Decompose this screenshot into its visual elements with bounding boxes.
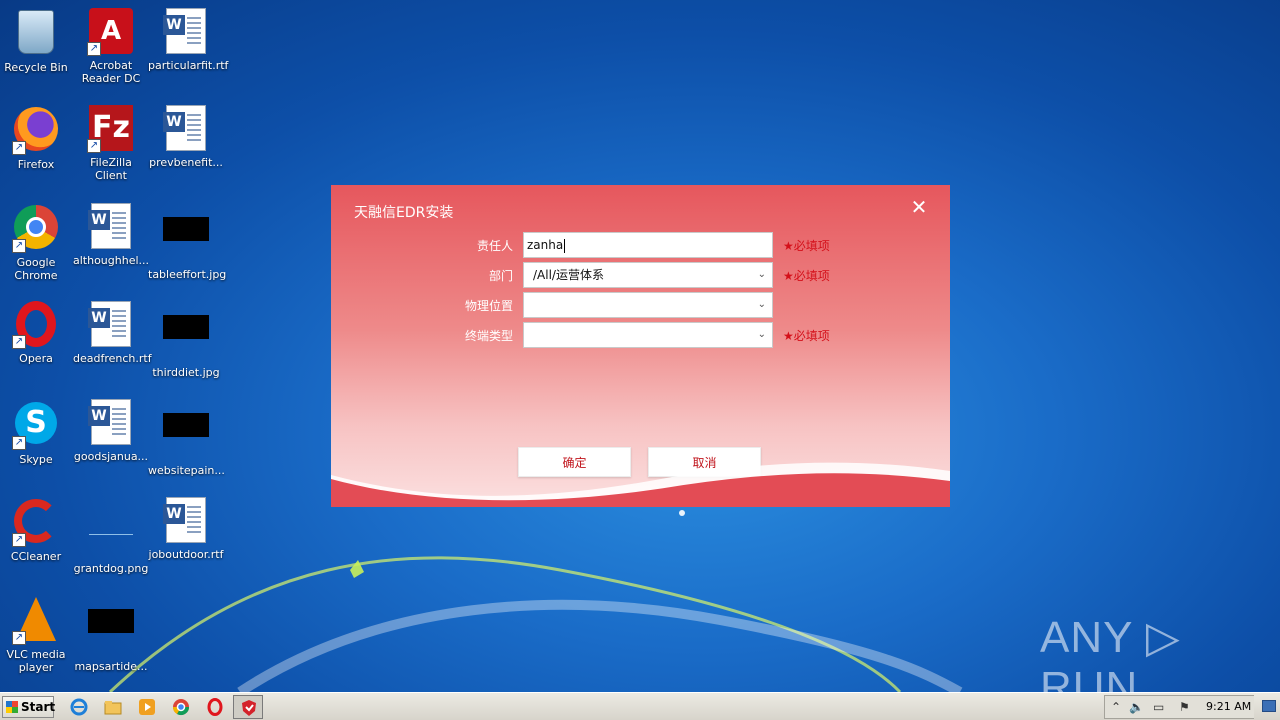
shortcut-arrow-icon: ↗	[12, 533, 26, 547]
action-center-flag-icon[interactable]: ⚑	[1179, 700, 1190, 714]
chevron-down-icon: ⌄	[757, 299, 766, 310]
desktop-icon-deadfrench[interactable]: W deadfrench.rtf	[73, 301, 152, 365]
image-thumbnail-icon	[163, 217, 209, 241]
location-select[interactable]: ⌄	[523, 292, 773, 318]
taskbar: Start ⌃ 🔈 ▭ ⚑	[0, 692, 1280, 720]
start-button[interactable]: Start	[2, 696, 56, 718]
edr-installer-icon	[242, 700, 256, 716]
desktop-icon-filezilla[interactable]: Fz ↗ FileZilla Client	[73, 105, 149, 182]
shortcut-arrow-icon: ↗	[12, 436, 26, 450]
desktop-icon-chrome[interactable]: ↗ Google Chrome	[0, 203, 74, 282]
volume-icon[interactable]: 🔈	[1129, 700, 1144, 714]
explorer-icon[interactable]	[104, 698, 122, 716]
image-thumbnail-icon	[163, 413, 209, 437]
recycle-bin-icon	[18, 10, 54, 54]
shortcut-arrow-icon: ↗	[12, 335, 26, 349]
shortcut-arrow-icon: ↗	[87, 139, 101, 153]
image-thumbnail-icon	[88, 609, 134, 633]
edr-installer-taskbar-button[interactable]	[233, 695, 263, 719]
image-thumbnail-icon	[163, 315, 209, 339]
desktop-icon-grantdog[interactable]: grantdog.png	[73, 497, 149, 575]
desktop-icon-joboutdoor[interactable]: W joboutdoor.rtf	[148, 497, 224, 561]
desktop-icon-goodsjanua[interactable]: W goodsjanua...	[73, 399, 149, 463]
desktop-icon-acrobat[interactable]: A ↗ Acrobat Reader DC	[73, 8, 149, 85]
desktop-icon-particularfit[interactable]: W particularfit.rtf	[148, 8, 228, 72]
desktop-icon-skype[interactable]: S ↗ Skype	[0, 399, 74, 466]
edr-install-dialog: 天融信EDR安装 ✕ 责任人 zanha ★必填项 部门 /All/运营体系 ⌄…	[331, 185, 950, 507]
terminal-type-required-badge: ★必填项	[783, 329, 830, 343]
shortcut-arrow-icon: ↗	[12, 239, 26, 253]
department-select[interactable]: /All/运营体系 ⌄	[523, 262, 773, 288]
desktop-icon-vlc[interactable]: ↗ VLC media player	[0, 595, 74, 674]
desktop-icon-websitepain[interactable]: websitepain...	[148, 399, 225, 477]
owner-required-badge: ★必填项	[783, 239, 830, 253]
department-select-value: /All/运营体系	[533, 268, 604, 282]
desktop-icon-tableeffort[interactable]: tableeffort.jpg	[148, 203, 226, 281]
desktop-icon-firefox[interactable]: ↗ Firefox	[0, 105, 74, 171]
start-label: Start	[21, 700, 56, 714]
decorative-wave	[331, 462, 950, 507]
desktop-icon-recycle-bin[interactable]: Recycle Bin	[0, 8, 74, 74]
show-hidden-icons-icon[interactable]: ⌃	[1111, 700, 1121, 714]
ie-icon[interactable]	[70, 698, 88, 716]
media-player-icon[interactable]	[138, 698, 156, 716]
shortcut-arrow-icon: ↗	[12, 141, 26, 155]
word-document-icon: W	[88, 301, 131, 347]
word-document-icon: W	[163, 105, 206, 151]
windows-flag-icon	[6, 701, 18, 713]
word-document-icon: W	[88, 203, 131, 249]
desktop-icon-mapsartide[interactable]: mapsartide...	[73, 595, 149, 673]
desktop-icon-althoughhel[interactable]: W althoughhel...	[73, 203, 149, 267]
desktop-icon-thirddiet[interactable]: thirddiet.jpg	[148, 301, 224, 379]
desktop-icon-opera[interactable]: ↗ Opera	[0, 301, 74, 365]
close-icon[interactable]: ✕	[909, 197, 929, 217]
dialog-title: 天融信EDR安装	[354, 205, 454, 221]
department-label: 部门	[488, 269, 513, 283]
terminal-type-select[interactable]: ⌄	[523, 322, 773, 348]
network-icon[interactable]: ▭	[1153, 700, 1164, 714]
opera-icon[interactable]	[206, 698, 224, 716]
chevron-down-icon: ⌄	[757, 269, 766, 280]
owner-input[interactable]: zanha	[523, 232, 773, 258]
shortcut-arrow-icon: ↗	[87, 42, 101, 56]
image-thumbnail-icon	[89, 511, 133, 535]
taskbar-clock[interactable]: 9:21 AM	[1206, 700, 1251, 713]
word-document-icon: W	[88, 399, 131, 445]
location-label: 物理位置	[464, 299, 513, 313]
desktop-icon-ccleaner[interactable]: ↗ CCleaner	[0, 497, 74, 563]
department-required-badge: ★必填项	[783, 269, 830, 283]
terminal-type-label: 终端类型	[464, 329, 513, 343]
show-desktop-icon[interactable]	[1262, 700, 1276, 712]
owner-input-value: zanha	[527, 238, 564, 252]
chevron-down-icon: ⌄	[757, 329, 766, 340]
text-caret	[564, 238, 566, 253]
owner-label: 责任人	[476, 239, 513, 253]
desktop-icon-prevbenefit[interactable]: W prevbenefit...	[148, 105, 224, 169]
shortcut-arrow-icon: ↗	[12, 631, 26, 645]
word-document-icon: W	[163, 8, 206, 54]
chrome-icon[interactable]	[172, 698, 190, 716]
word-document-icon: W	[163, 497, 206, 543]
